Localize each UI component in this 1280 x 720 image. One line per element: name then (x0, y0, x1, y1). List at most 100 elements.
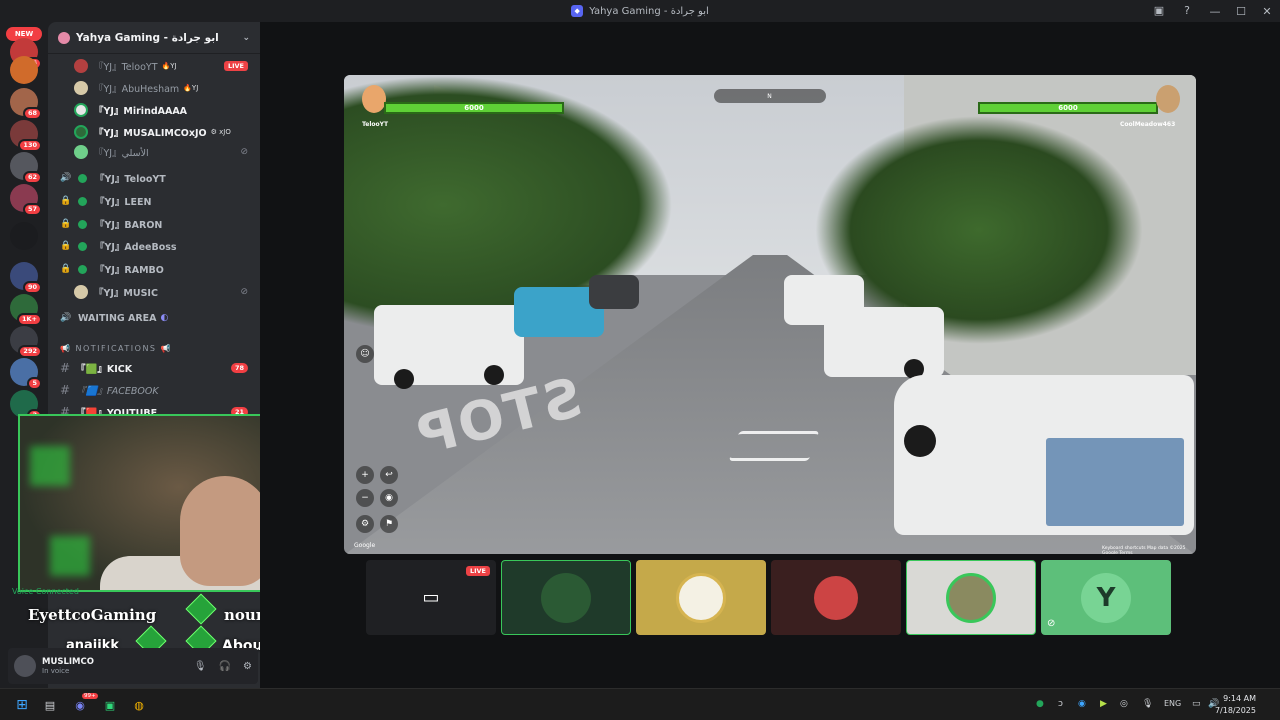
voice-user[interactable]: 『YJ』AbuHesham 🔥YJ (74, 78, 260, 98)
voice-user[interactable]: 『YJ』MUSALIMCOxJO ⚙ xJO (74, 122, 260, 142)
language-indicator[interactable]: ENG (1164, 699, 1181, 708)
undo-icon[interactable]: ↩ (380, 466, 398, 484)
tray-icon[interactable]: ◉ (1078, 699, 1086, 709)
mute-icon: ⊘ (240, 147, 248, 157)
participant-tile[interactable]: Y ⊘ (1041, 560, 1171, 635)
chevron-down-icon: ⌄ (242, 32, 250, 43)
voice-channel[interactable]: 🔒 『YJ』AdeeBoss (48, 236, 260, 256)
stream-area: STOP 6000 TelooYT N 6000 CoolMeadow463 ☺… (260, 22, 1280, 688)
microphone-icon[interactable]: 🎙 (1142, 699, 1153, 709)
steam-icon[interactable]: ◎ (1120, 699, 1128, 709)
avatar (946, 572, 996, 623)
megaphone-icon: 📢 (160, 343, 172, 353)
server-icon[interactable] (10, 222, 38, 250)
car (824, 307, 944, 379)
voice-channel[interactable]: 『YJ』MUSIC ⊘ (74, 282, 260, 302)
avatar (74, 145, 88, 159)
avatar (676, 572, 726, 623)
status-dot (78, 264, 87, 274)
server-header[interactable]: Yahya Gaming - ابو جرادة ⌄ (48, 22, 260, 54)
voice-channel[interactable]: 🔒 『YJ』LEEN (48, 191, 260, 211)
voice-user[interactable]: 『YJ』الأسلي ⊘ (74, 142, 260, 162)
location-pin-icon[interactable]: ◉ (380, 489, 398, 507)
player-avatar (362, 85, 386, 113)
app-icon[interactable]: ▣ (102, 697, 118, 713)
clock[interactable]: 9:14 AM 7/18/2025 (1215, 693, 1256, 717)
avatar (74, 103, 88, 117)
zoom-out-button[interactable]: − (356, 489, 374, 507)
car (589, 275, 639, 309)
server-icon[interactable]: 292 (10, 326, 42, 358)
voice-user[interactable]: 『YJ』TelooYT 🔥YJ LIVE (74, 56, 260, 76)
windows-start-icon[interactable]: ⊞ (14, 697, 30, 713)
display-icon[interactable]: ▭ (1192, 699, 1201, 709)
chrome-icon[interactable]: ◍ (131, 697, 147, 713)
server-icon[interactable]: 5 (10, 358, 42, 390)
microphone-icon[interactable]: 🎙 (194, 661, 207, 672)
status-dot (78, 241, 87, 251)
mute-icon: ⊘ (240, 287, 248, 297)
participant-tile[interactable] (771, 560, 901, 635)
server-icon (58, 31, 70, 44)
map-credit: Keyboard shortcuts Map data ©2025 Google… (1102, 546, 1186, 554)
avatar[interactable] (14, 655, 36, 677)
screen-icon[interactable]: ▣ (1152, 3, 1166, 17)
overlay-follower: EyettcoGaming (28, 606, 157, 624)
discord-icon[interactable]: ◉ (72, 697, 88, 713)
text-channel[interactable]: # 『🟦』FACEBOOK (48, 380, 260, 400)
server-name: Yahya Gaming - ابو جرادة (76, 31, 219, 44)
file-explorer-icon[interactable]: ▤ (42, 697, 58, 713)
stream-video[interactable]: STOP 6000 TelooYT N 6000 CoolMeadow463 ☺… (344, 75, 1196, 554)
participant-tile[interactable] (501, 560, 631, 635)
minimize-button[interactable]: — (1202, 0, 1228, 22)
text-channel[interactable]: # 『🟩』KICK 78 (48, 358, 260, 378)
username: MUSLIMCO (42, 657, 94, 667)
participant-tile[interactable] (636, 560, 766, 635)
zoom-in-button[interactable]: + (356, 466, 374, 484)
avatar: Y (1081, 572, 1131, 623)
voice-channel[interactable]: 🔊 『YJ』TelooYT (48, 168, 260, 188)
flag-icon[interactable]: ⚑ (380, 515, 398, 533)
participant-tile[interactable] (906, 560, 1036, 635)
gear-icon[interactable]: ⚙ (356, 515, 374, 533)
emoji-icon[interactable]: ☺ (356, 345, 374, 363)
server-icon[interactable] (10, 56, 38, 84)
lock-icon: 🔒 (60, 264, 72, 274)
participant-tile-screen[interactable]: LIVE ▭ (366, 560, 496, 635)
voice-channel[interactable]: 🔒 『YJ』RAMBO (48, 259, 260, 279)
server-icon[interactable]: 90 (10, 262, 42, 294)
title-bar: ◆ Yahya Gaming - ابو جرادة ▣ ? — ☐ ✕ (0, 0, 1280, 22)
car (374, 305, 524, 389)
player-avatar (1156, 85, 1180, 113)
waiting-area-channel[interactable]: 🔊 WAITING AREA ◐ (48, 308, 260, 328)
avatar (74, 81, 88, 95)
app-icon: ◆ (571, 5, 584, 17)
monitor-icon: ▭ (422, 587, 440, 608)
moon-icon: ◐ (160, 313, 169, 323)
discord-badge: 99+ (82, 693, 98, 699)
server-icon[interactable]: 130 (10, 120, 42, 152)
maximize-button[interactable]: ☐ (1228, 0, 1254, 22)
tray-icon[interactable]: ▶ (1100, 699, 1107, 709)
server-icon[interactable]: 62 (10, 152, 42, 184)
gear-icon[interactable]: ⚙ (243, 661, 252, 672)
category-notifications[interactable]: 📢 NOTIFICATIONS 📢 (48, 338, 260, 358)
minimap[interactable] (1046, 438, 1184, 526)
close-button[interactable]: ✕ (1254, 0, 1280, 22)
streamer (180, 476, 270, 586)
window-title: Yahya Gaming - ابو جرادة (589, 5, 709, 17)
server-icon[interactable]: 57 (10, 184, 42, 216)
participant-tiles: LIVE ▭ Y ⊘ (366, 560, 1171, 635)
tray-icon[interactable]: ↄ (1058, 699, 1063, 709)
move-arrow[interactable] (728, 431, 820, 461)
headphones-icon[interactable]: 🎧 (219, 661, 231, 672)
voice-user[interactable]: 『YJ』MirindAAAA (74, 100, 260, 120)
voice-channel[interactable]: 🔒 『YJ』BARON (48, 214, 260, 234)
tray-icon[interactable]: ● (1036, 699, 1044, 709)
server-icon[interactable]: 1K+ (10, 294, 42, 326)
health-bar-right: 6000 (978, 102, 1158, 114)
avatar (74, 125, 88, 139)
avatar (74, 285, 88, 299)
help-icon[interactable]: ? (1180, 3, 1194, 17)
server-icon[interactable]: 68 (10, 88, 42, 120)
